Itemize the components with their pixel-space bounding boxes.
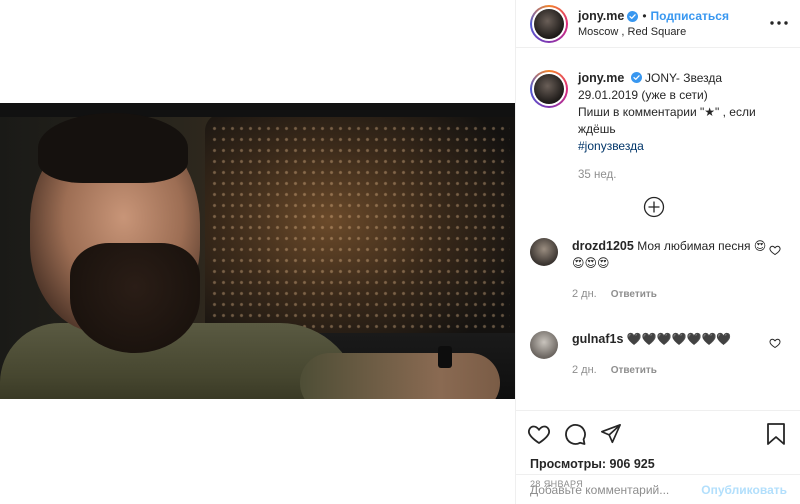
commenter-username[interactable]: gulnaf1s (572, 332, 623, 346)
comment-text: 🖤🖤🖤🖤🖤🖤🖤 (626, 332, 732, 346)
comment-input[interactable] (530, 482, 702, 497)
caption-text-line3: Пиши в комментарии "★" , если ждёшь (578, 105, 756, 136)
save-button[interactable] (763, 421, 789, 447)
caption-text-line1: JONY- Звезда (645, 71, 723, 85)
caption-text-line2: 29.01.2019 (уже в сети) (578, 88, 708, 102)
post-header: jony.me • Подписаться Moscow , Red Squar… (516, 0, 800, 48)
paper-plane-icon (601, 424, 621, 444)
view-count[interactable]: Просмотры: 906 925 (526, 457, 789, 471)
commenter-avatar[interactable] (530, 331, 558, 359)
commenter-username[interactable]: drozd1205 (572, 239, 634, 253)
follow-button[interactable]: Подписаться (651, 9, 729, 23)
caption-hashtag-link[interactable]: #jonyзвезда (578, 139, 644, 153)
heart-icon[interactable] (769, 337, 781, 349)
post-caption: jony.me JONY- Звезда 29.01.2019 (уже в с… (530, 70, 787, 184)
heart-icon (528, 425, 550, 445)
video-frame-arm (300, 353, 500, 399)
author-username[interactable]: jony.me (578, 9, 624, 23)
comment-item: gulnaf1s 🖤🖤🖤🖤🖤🖤🖤 2 дн. Ответить (530, 331, 787, 379)
reply-button[interactable]: Ответить (611, 362, 657, 379)
verified-badge-icon (627, 10, 639, 22)
comment-item: drozd1205 Моя любимая песня 😍😍😍😍 2 дн. О… (530, 238, 787, 303)
publish-button[interactable]: Опубликовать (701, 483, 787, 497)
caption-author-avatar[interactable] (530, 70, 568, 108)
heart-icon[interactable] (769, 244, 781, 256)
more-options-icon[interactable] (768, 12, 790, 34)
reply-button[interactable]: Ответить (611, 286, 657, 303)
caption-age[interactable]: 35 нед. (578, 167, 778, 184)
speech-bubble-icon (565, 424, 586, 445)
load-more-comments-button[interactable] (520, 196, 787, 218)
share-button[interactable] (598, 421, 624, 447)
views-label: Просмотры: (530, 457, 607, 471)
bookmark-icon (767, 423, 785, 445)
video-player[interactable] (0, 103, 515, 399)
post-side-panel: jony.me • Подписаться Moscow , Red Squar… (515, 0, 800, 504)
video-frame-roof (0, 103, 515, 117)
video-frame-watch (438, 346, 452, 368)
video-frame-hair (38, 113, 188, 183)
comment-age[interactable]: 2 дн. (572, 286, 597, 303)
comments-list[interactable]: jony.me JONY- Звезда 29.01.2019 (уже в с… (516, 56, 800, 410)
comment-age[interactable]: 2 дн. (572, 362, 597, 379)
post-media (0, 0, 515, 504)
video-frame-raindrops (210, 123, 510, 343)
views-value: 906 925 (609, 457, 655, 471)
author-avatar[interactable] (530, 4, 568, 43)
comment-button[interactable] (562, 421, 588, 447)
header-separator: • (642, 9, 647, 23)
commenter-avatar[interactable] (530, 238, 558, 266)
caption-username[interactable]: jony.me (578, 71, 624, 85)
add-comment-bar: Опубликовать (516, 474, 800, 504)
verified-badge-icon (630, 72, 642, 83)
post-location[interactable]: Moscow , Red Square (578, 26, 729, 38)
video-frame-beard (70, 243, 200, 353)
plus-circle-icon[interactable] (643, 196, 665, 218)
like-button[interactable] (526, 421, 552, 447)
